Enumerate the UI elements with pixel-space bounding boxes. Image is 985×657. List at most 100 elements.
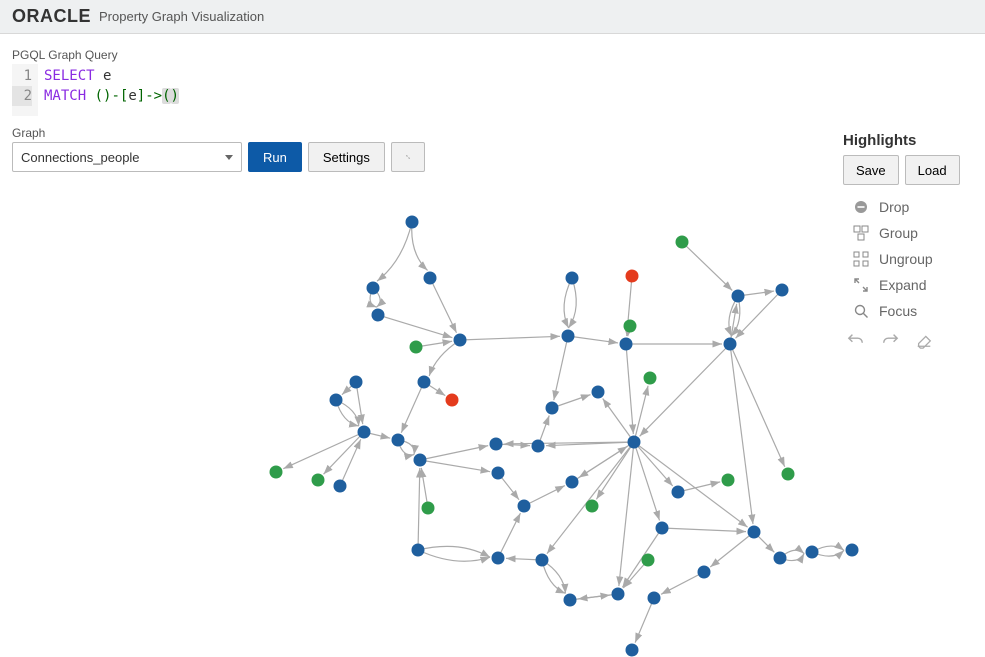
graph-node[interactable] <box>414 454 427 467</box>
graph-node[interactable] <box>698 566 711 579</box>
graph-node[interactable] <box>586 500 599 513</box>
graph-node[interactable] <box>410 341 423 354</box>
graph-node[interactable] <box>350 376 363 389</box>
graph-edge[interactable] <box>420 460 490 472</box>
graph-node[interactable] <box>562 330 575 343</box>
graph-edge[interactable] <box>603 398 634 442</box>
redo-icon[interactable] <box>881 331 899 349</box>
graph-canvas[interactable] <box>220 210 860 640</box>
graph-node[interactable] <box>566 272 579 285</box>
graph-node[interactable] <box>642 554 655 567</box>
graph-node[interactable] <box>424 272 437 285</box>
graph-node[interactable] <box>418 376 431 389</box>
code-line-2[interactable]: MATCH ()-[e]->() <box>44 86 179 106</box>
graph-edge[interactable] <box>569 278 577 328</box>
graph-node[interactable] <box>372 309 385 322</box>
graph-edge[interactable] <box>662 528 746 532</box>
graph-edge[interactable] <box>524 486 565 506</box>
drop-action[interactable]: Drop <box>853 199 973 215</box>
graph-node[interactable] <box>446 394 459 407</box>
graph-edge[interactable] <box>283 432 364 469</box>
graph-node[interactable] <box>648 592 661 605</box>
graph-node[interactable] <box>406 216 419 229</box>
graph-node[interactable] <box>774 552 787 565</box>
graph-node[interactable] <box>518 500 531 513</box>
run-button[interactable]: Run <box>248 142 302 172</box>
save-button[interactable]: Save <box>843 155 899 185</box>
graph-edge[interactable] <box>377 222 412 281</box>
graph-node[interactable] <box>492 467 505 480</box>
graph-edge[interactable] <box>430 278 457 333</box>
graph-node[interactable] <box>724 338 737 351</box>
graph-node[interactable] <box>676 236 689 249</box>
graph-node[interactable] <box>592 386 605 399</box>
graph-edge[interactable] <box>412 222 428 270</box>
graph-node[interactable] <box>532 440 545 453</box>
graph-edge[interactable] <box>401 382 424 433</box>
load-button[interactable]: Load <box>905 155 960 185</box>
graph-node[interactable] <box>492 552 505 565</box>
graph-node[interactable] <box>454 334 467 347</box>
graph-edge[interactable] <box>634 442 660 520</box>
graph-edge[interactable] <box>460 336 560 340</box>
graph-edge[interactable] <box>324 432 364 474</box>
graph-node[interactable] <box>748 526 761 539</box>
graph-node[interactable] <box>806 546 819 559</box>
graph-node[interactable] <box>367 282 380 295</box>
graph-edge[interactable] <box>418 468 420 550</box>
graph-node[interactable] <box>358 426 371 439</box>
graph-node[interactable] <box>412 544 425 557</box>
graph-node[interactable] <box>644 372 657 385</box>
graph-node[interactable] <box>566 476 579 489</box>
graph-edge[interactable] <box>682 242 732 290</box>
graph-edge[interactable] <box>429 340 460 376</box>
graph-edge[interactable] <box>635 598 654 643</box>
graph-edge[interactable] <box>547 442 634 554</box>
graph-node[interactable] <box>334 480 347 493</box>
graph-node[interactable] <box>628 436 641 449</box>
graph-node[interactable] <box>722 474 735 487</box>
erase-icon[interactable] <box>915 331 933 349</box>
graph-node[interactable] <box>330 394 343 407</box>
expand-action[interactable]: Expand <box>853 277 973 293</box>
graph-node[interactable] <box>612 588 625 601</box>
graph-node[interactable] <box>490 438 503 451</box>
graph-node[interactable] <box>626 270 639 283</box>
graph-edge[interactable] <box>418 546 490 557</box>
graph-node[interactable] <box>564 594 577 607</box>
graph-node[interactable] <box>392 434 405 447</box>
graph-node[interactable] <box>656 522 669 535</box>
graph-node[interactable] <box>422 502 435 515</box>
graph-edge[interactable] <box>579 442 634 478</box>
graph-edge[interactable] <box>634 442 673 486</box>
settings-button[interactable]: Settings <box>308 142 385 172</box>
graph-edge[interactable] <box>640 344 730 436</box>
graph-node[interactable] <box>624 320 637 333</box>
graph-node[interactable] <box>620 338 633 351</box>
graph-node[interactable] <box>312 474 325 487</box>
graph-edge[interactable] <box>634 386 648 442</box>
graph-node[interactable] <box>732 290 745 303</box>
graph-edge[interactable] <box>498 513 520 558</box>
graph-node[interactable] <box>776 284 789 297</box>
graph-edge[interactable] <box>568 336 618 343</box>
graph-node[interactable] <box>546 402 559 415</box>
graph-node[interactable] <box>270 466 283 479</box>
focus-action[interactable]: Focus <box>853 303 973 319</box>
graph-node[interactable] <box>672 486 685 499</box>
group-action[interactable]: Group <box>853 225 973 241</box>
graph-edge[interactable] <box>619 442 634 586</box>
graph-edge[interactable] <box>378 315 452 338</box>
graph-edge[interactable] <box>564 278 572 328</box>
graph-edge[interactable] <box>626 344 633 434</box>
graph-select[interactable]: Connections_people <box>12 142 242 172</box>
graph-edge[interactable] <box>661 572 704 594</box>
pgql-editor[interactable]: 1 2 SELECT e MATCH ()-[e]->() <box>12 64 973 116</box>
graph-edge[interactable] <box>710 532 754 567</box>
code-line-1[interactable]: SELECT e <box>44 66 179 86</box>
graph-node[interactable] <box>782 468 795 481</box>
graph-edge[interactable] <box>554 336 568 400</box>
graph-node[interactable] <box>846 544 859 557</box>
graph-node[interactable] <box>626 644 639 657</box>
graph-edge[interactable] <box>420 446 488 460</box>
